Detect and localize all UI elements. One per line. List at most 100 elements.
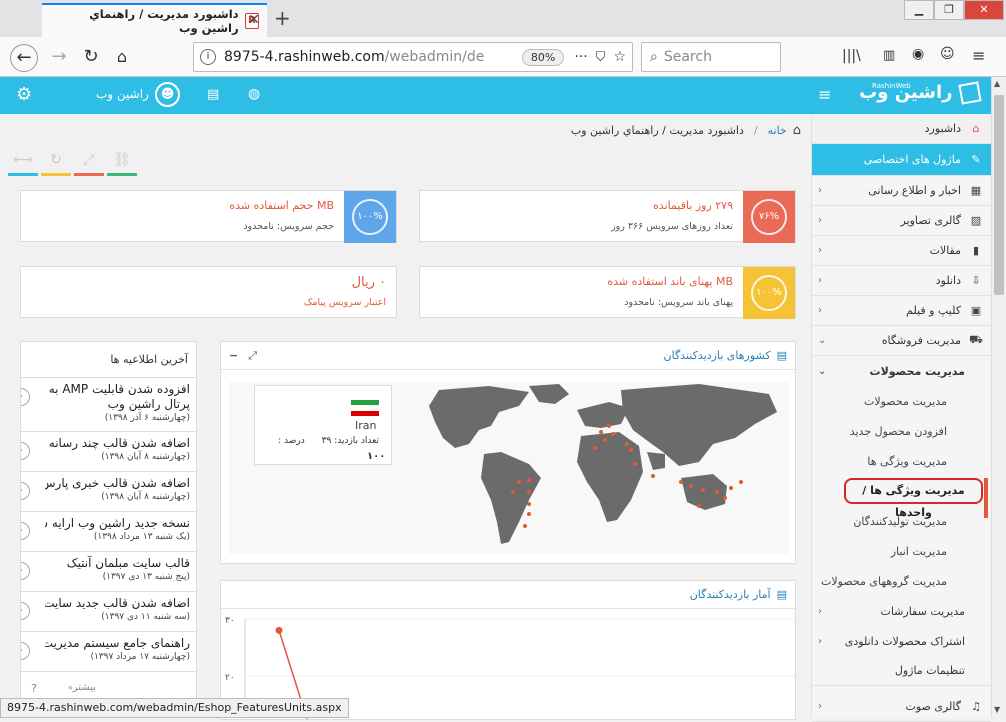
- days-total: تعداد روزهای سرویس ۳۶۶ روز: [611, 221, 733, 232]
- sidebar-item-modules[interactable]: ✎ ماژول های اختصاصی: [812, 144, 991, 176]
- maximize-button[interactable]: ❐: [934, 0, 964, 20]
- scrollbar-thumb[interactable]: [994, 95, 1004, 295]
- fullscreen-icon[interactable]: ⤢: [74, 152, 104, 176]
- pencil-icon: ✎: [971, 153, 981, 166]
- chevron-left-icon[interactable]: ‹: [21, 602, 30, 620]
- pocket-icon[interactable]: ⛉: [596, 50, 606, 65]
- status-bar-url: 8975-4.rashinweb.com/webadmin/Eshop_Feat…: [0, 698, 349, 718]
- user-name[interactable]: راشين وب: [96, 87, 149, 101]
- chevron-down-icon: ⌄: [818, 335, 827, 346]
- download-icon: ⇩: [971, 274, 981, 287]
- news-item-title: قالب سایت مبلمان آنتیک: [66, 556, 190, 570]
- search-box[interactable]: ⌕ Search: [641, 42, 781, 72]
- audio-icon: ♫: [971, 700, 981, 713]
- chevron-left-icon: ‹: [818, 275, 822, 286]
- news-item[interactable]: راهنمای جامع سیستم مدیریت (چهارشنبه ۱۷ مر…: [21, 632, 196, 672]
- collapse-icon[interactable]: −: [229, 349, 238, 362]
- sidebar-subitem[interactable]: مديريت توليدکنندگان: [812, 506, 991, 536]
- browser-tab[interactable]: R داشبورد مديريت / راهنماي راشين وب ✕: [42, 3, 267, 37]
- sidebar-subitem[interactable]: مديريت ويژگی ها: [812, 446, 991, 476]
- menu-icon[interactable]: ≡: [972, 46, 985, 65]
- new-tab-button[interactable]: +: [274, 6, 291, 30]
- scroll-up-icon[interactable]: ▲: [994, 79, 1000, 88]
- settings-gear-icon[interactable]: ⚙: [16, 84, 32, 105]
- volume-used: MB حجم استفاده شده: [229, 199, 334, 212]
- iran-flag-icon: [351, 400, 379, 416]
- account-icon[interactable]: ☺: [940, 46, 955, 62]
- news-item[interactable]: قالب سایت مبلمان آنتیک (پنج شنبه ۱۳ دی ۱۳…: [21, 552, 196, 592]
- news-panel: آخرین اطلاعیه ها افزوده شدن قابلیت AMP ب…: [20, 341, 197, 703]
- chevron-left-icon[interactable]: ‹: [21, 388, 30, 406]
- news-item[interactable]: نسخه جدید راشین وب ارایه شد... (یک شنبه ۱…: [21, 512, 196, 552]
- close-window-button[interactable]: ✕: [964, 0, 1004, 20]
- refresh-icon[interactable]: ↻: [41, 152, 71, 176]
- sidebar-item-module[interactable]: ▨ گالری تصاویر ‹: [812, 206, 991, 236]
- breadcrumb: ⌂ خانه / داشبورد مديريت / راهنماي راشين …: [0, 114, 811, 146]
- sidebar-subitem[interactable]: مديريت انبار: [812, 536, 991, 566]
- expand-icon[interactable]: ⤢: [248, 349, 257, 363]
- home-icon[interactable]: ⌂: [108, 44, 136, 72]
- bookmark-star-icon[interactable]: ☆: [613, 49, 626, 65]
- sidebar-subitem[interactable]: افزودن محصول جديد: [812, 416, 991, 446]
- globe-icon[interactable]: ◍: [248, 86, 260, 102]
- data-point[interactable]: [275, 626, 283, 634]
- close-tab-icon[interactable]: ✕: [248, 12, 260, 28]
- sidebar-item-products-mgmt[interactable]: مدیریت محصولات ⌄: [812, 356, 991, 386]
- sidebar-subitem[interactable]: مديريت محصولات: [812, 386, 991, 416]
- sidebar-subitem[interactable]: مديريت گروههای محصولات: [812, 566, 991, 596]
- reload-button[interactable]: ↻: [77, 44, 105, 72]
- news-item[interactable]: افزوده شدن قابلیت AMP به پرتال راشین وب (…: [21, 378, 196, 432]
- chevron-left-icon[interactable]: ‹: [21, 442, 30, 460]
- newspaper-icon: ▦: [970, 184, 982, 197]
- sidebar-item-download-share[interactable]: اشتراک محصولات دانلودی ‹: [812, 626, 991, 656]
- info-icon[interactable]: i: [200, 49, 216, 65]
- expand-horizontal-icon[interactable]: ⟷: [8, 152, 38, 176]
- sidebar-subitem[interactable]: مدیریت ویژگی ها / واحدها: [812, 476, 991, 519]
- url-bar[interactable]: i 8975-4.rashinweb.com/webadmin/de 80% ·…: [193, 42, 633, 72]
- news-panel-title: آخرین اطلاعیه ها: [21, 342, 196, 378]
- more-actions-icon[interactable]: ···: [574, 49, 587, 65]
- chevron-left-icon[interactable]: ‹: [21, 642, 30, 660]
- forward-button[interactable]: →: [45, 44, 73, 72]
- sidebar-item-dashboard[interactable]: ⌂ داشبورد: [812, 114, 991, 144]
- page-scrollbar[interactable]: ▲ ▼: [991, 77, 1006, 718]
- zoom-level[interactable]: 80%: [521, 48, 565, 66]
- news-item[interactable]: اضافه شدن قالب چند رسانه ای (چهارشنبه ۸ آ…: [21, 432, 196, 472]
- tooltip-percent: ۱۰۰: [367, 451, 386, 462]
- news-item-title: اضافه شدن قالب خبری پارس نیوز: [45, 476, 190, 490]
- sidebar-item-module[interactable]: ▦ اخبار و اطلاع رسانی ‹: [812, 176, 991, 206]
- chevron-left-icon[interactable]: ‹: [21, 522, 30, 540]
- security-shield-icon[interactable]: ◉: [912, 46, 924, 62]
- news-item[interactable]: اضافه شدن قالب جدید سایت (سه شنبه ۱۱ دی ۱…: [21, 592, 196, 632]
- sidebar-toggle-icon[interactable]: ▥: [883, 48, 895, 63]
- sidebar-item-orders[interactable]: مديريت سفارشات ‹: [812, 596, 991, 626]
- news-item-title: اضافه شدن قالب چند رسانه ای: [45, 436, 190, 450]
- library-icon[interactable]: |||\: [842, 48, 861, 64]
- active-indicator: [984, 478, 988, 518]
- news-item-date: (چهارشنبه ۱۷ مرداد ۱۳۹۷): [90, 652, 190, 662]
- home-icon[interactable]: ⌂: [793, 123, 801, 138]
- news-item-date: (چهارشنبه ۸ آبان ۱۳۹۸): [101, 452, 190, 462]
- link-icon[interactable]: ⛓: [107, 152, 137, 176]
- sidebar-item-module[interactable]: ▣ کلیپ و فیلم ‹: [812, 296, 991, 326]
- search-placeholder: Search: [663, 49, 712, 65]
- hamburger-menu-icon[interactable]: ≡: [818, 85, 831, 104]
- breadcrumb-home-link[interactable]: خانه: [768, 124, 787, 137]
- chevron-left-icon[interactable]: ‹: [21, 562, 30, 580]
- sidebar-item-module[interactable]: ▮ مقالات ‹: [812, 236, 991, 266]
- brand-logo[interactable]: راشين وب RashinWeb: [850, 80, 982, 110]
- scroll-down-icon[interactable]: ▼: [994, 705, 1000, 714]
- tab-title: داشبورد مديريت / راهنماي راشين وب: [89, 7, 239, 35]
- chevron-left-icon[interactable]: ‹: [21, 482, 30, 500]
- user-avatar-icon[interactable]: ☻: [155, 82, 180, 107]
- sidebar-item-module[interactable]: ⇩ دانلود ‹: [812, 266, 991, 296]
- news-item[interactable]: اضافه شدن قالب خبری پارس نیوز (چهارشنبه ۸…: [21, 472, 196, 512]
- sidebar-item-module-settings[interactable]: تنظيمات ماژول: [812, 656, 991, 686]
- help-icon[interactable]: ?: [31, 682, 37, 695]
- sidebar-item-shop[interactable]: ⛟ مدیریت فروشگاه ⌄: [812, 326, 991, 356]
- news-item-title: راهنمای جامع سیستم مدیریت: [45, 636, 190, 650]
- minimize-button[interactable]: ▁: [904, 0, 934, 20]
- card-icon[interactable]: ▤: [207, 87, 219, 102]
- news-item-title: افزوده شدن قابلیت AMP به پرتال راشین وب: [48, 382, 190, 411]
- back-button[interactable]: ←: [10, 44, 38, 72]
